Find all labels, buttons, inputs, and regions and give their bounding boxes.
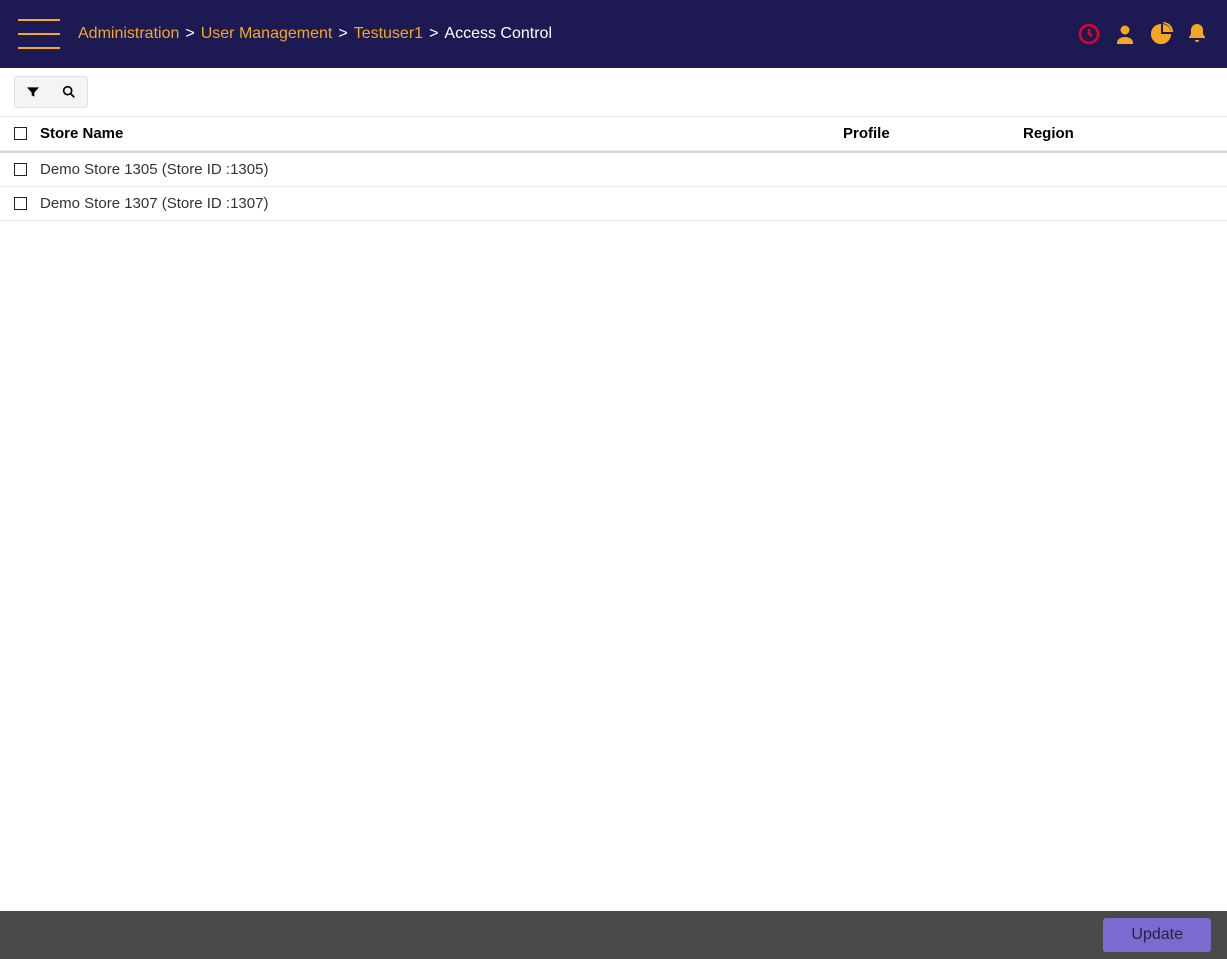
column-store-name[interactable]: Store Name	[40, 125, 843, 142]
breadcrumb-testuser1[interactable]: Testuser1	[354, 25, 423, 43]
breadcrumb-administration[interactable]: Administration	[78, 25, 179, 43]
breadcrumb-separator: >	[185, 25, 194, 43]
filter-button[interactable]	[15, 77, 51, 107]
table-header-row: Store Name Profile Region	[0, 117, 1227, 151]
breadcrumb-separator: >	[429, 25, 438, 43]
store-name-cell: Demo Store 1305 (Store ID :1305)	[40, 161, 843, 178]
stores-table: Store Name Profile Region Demo Store 130…	[0, 117, 1227, 221]
menu-toggle[interactable]	[18, 19, 60, 49]
toolbar	[0, 68, 1227, 117]
breadcrumb-current: Access Control	[444, 25, 552, 43]
app-header: Administration > User Management > Testu…	[0, 0, 1227, 68]
breadcrumb-separator: >	[338, 25, 347, 43]
row-checkbox[interactable]	[14, 163, 27, 176]
bell-icon[interactable]	[1185, 22, 1209, 46]
column-region[interactable]: Region	[1023, 125, 1213, 142]
search-button[interactable]	[51, 77, 87, 107]
table-header: Store Name Profile Region	[0, 117, 1227, 153]
table-row[interactable]: Demo Store 1307 (Store ID :1307)	[0, 187, 1227, 221]
column-profile[interactable]: Profile	[843, 125, 1023, 142]
toolbar-group	[14, 76, 88, 108]
breadcrumb-user-management[interactable]: User Management	[201, 25, 333, 43]
store-name-cell: Demo Store 1307 (Store ID :1307)	[40, 195, 843, 212]
select-all-checkbox[interactable]	[14, 127, 27, 140]
table-row[interactable]: Demo Store 1305 (Store ID :1305)	[0, 153, 1227, 187]
row-checkbox[interactable]	[14, 197, 27, 210]
table-body: Demo Store 1305 (Store ID :1305) Demo St…	[0, 153, 1227, 221]
update-button[interactable]: Update	[1103, 918, 1211, 952]
header-icon-group	[1077, 22, 1209, 46]
footer-bar: Update	[0, 911, 1227, 959]
content-area: Store Name Profile Region Demo Store 130…	[0, 117, 1227, 911]
search-icon	[61, 84, 77, 100]
clock-icon[interactable]	[1077, 22, 1101, 46]
user-icon[interactable]	[1113, 22, 1137, 46]
breadcrumb: Administration > User Management > Testu…	[78, 25, 1077, 43]
filter-icon	[25, 84, 41, 100]
pie-chart-icon[interactable]	[1149, 22, 1173, 46]
